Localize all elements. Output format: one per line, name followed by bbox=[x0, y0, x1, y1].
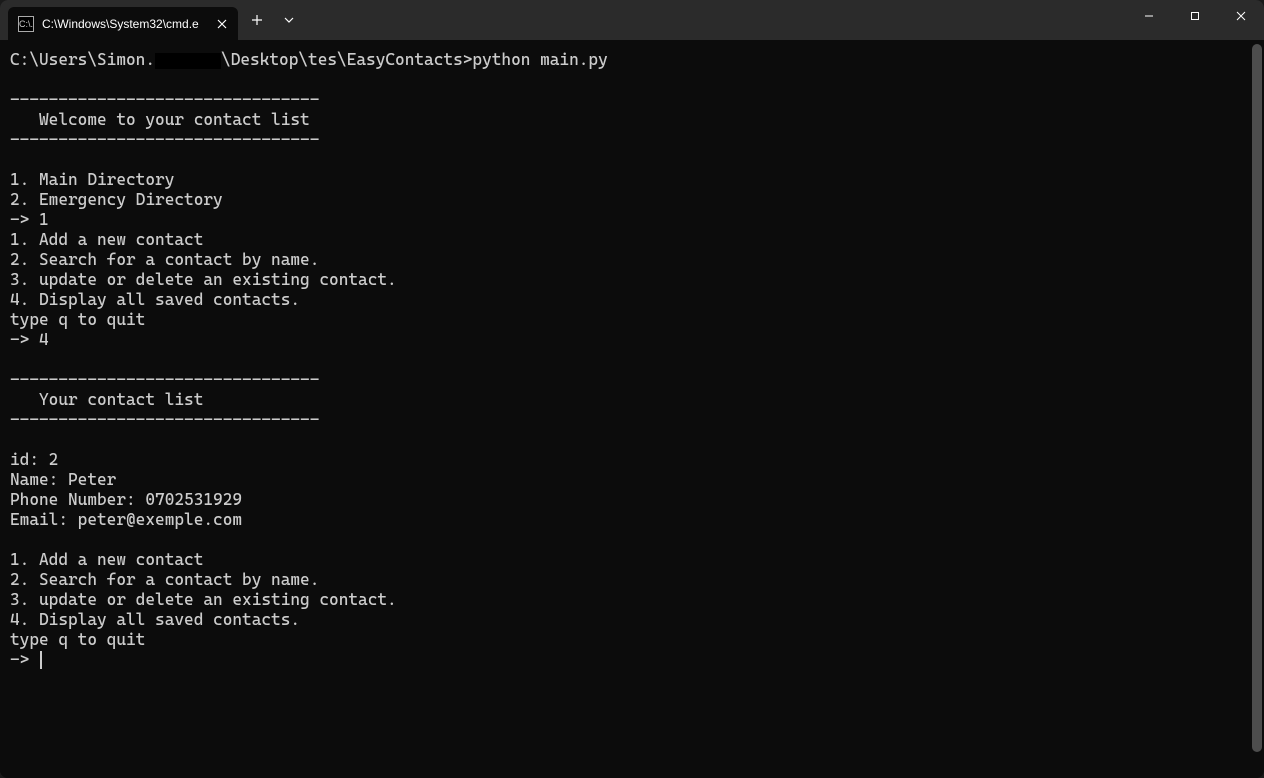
welcome-title: Welcome to your contact list bbox=[10, 110, 310, 129]
tab-close-button[interactable] bbox=[214, 16, 230, 32]
chevron-down-icon bbox=[284, 17, 294, 23]
scrollbar-track[interactable] bbox=[1252, 44, 1262, 774]
tab-dropdown-button[interactable] bbox=[274, 5, 304, 35]
menu-main-item: 1. Add a new contact bbox=[10, 230, 203, 249]
quit-hint: type q to quit bbox=[10, 630, 145, 649]
scrollbar-thumb[interactable] bbox=[1252, 44, 1262, 752]
maximize-button[interactable] bbox=[1172, 0, 1218, 32]
input-arrow: -> bbox=[10, 330, 39, 349]
tab-active[interactable]: C:\. C:\Windows\System32\cmd.e bbox=[8, 7, 238, 40]
quit-hint: type q to quit bbox=[10, 310, 145, 329]
menu-main-item: 3. update or delete an existing contact. bbox=[10, 270, 397, 289]
user-input: 4 bbox=[39, 330, 49, 349]
tab-actions bbox=[242, 0, 304, 40]
close-window-button[interactable] bbox=[1218, 0, 1264, 32]
menu-main-item: 4. Display all saved contacts. bbox=[10, 610, 300, 629]
divider-line: -------------------------------- bbox=[10, 90, 319, 109]
window-controls bbox=[1126, 0, 1264, 32]
new-tab-button[interactable] bbox=[242, 5, 272, 35]
terminal-area: C:\Users\Simon. \Desktop\tes\EasyContacts… bbox=[0, 40, 1264, 778]
command-text: python main.py bbox=[472, 50, 607, 69]
terminal-window: C:\. C:\Windows\System32\cmd.e bbox=[0, 0, 1264, 778]
minimize-icon bbox=[1144, 11, 1154, 21]
minimize-button[interactable] bbox=[1126, 0, 1172, 32]
maximize-icon bbox=[1190, 11, 1200, 21]
prompt-path-prefix: C:\Users\Simon. bbox=[10, 50, 155, 69]
text-cursor bbox=[40, 651, 42, 669]
list-header: Your contact list bbox=[10, 390, 203, 409]
tab-title: C:\Windows\System32\cmd.e bbox=[42, 17, 206, 31]
menu-main-item: 4. Display all saved contacts. bbox=[10, 290, 300, 309]
menu-main-item: 1. Add a new contact bbox=[10, 550, 203, 569]
user-input: 1 bbox=[39, 210, 49, 229]
terminal-output[interactable]: C:\Users\Simon. \Desktop\tes\EasyContacts… bbox=[0, 40, 1252, 778]
input-arrow: -> bbox=[10, 210, 39, 229]
divider-line: -------------------------------- bbox=[10, 370, 319, 389]
contact-id: id: 2 bbox=[10, 450, 58, 469]
contact-email: Email: peter@exemple.com bbox=[10, 510, 242, 529]
menu-main-item: 2. Search for a contact by name. bbox=[10, 250, 319, 269]
close-icon bbox=[1236, 11, 1246, 21]
prompt-path-suffix: \Desktop\tes\EasyContacts> bbox=[221, 50, 472, 69]
menu-main-item: 2. Search for a contact by name. bbox=[10, 570, 319, 589]
menu-main-item: 3. update or delete an existing contact. bbox=[10, 590, 397, 609]
redacted-username bbox=[155, 53, 221, 69]
contact-phone: Phone Number: 0702531929 bbox=[10, 490, 242, 509]
menu-dir-item: 2. Emergency Directory bbox=[10, 190, 223, 209]
menu-dir-item: 1. Main Directory bbox=[10, 170, 174, 189]
plus-icon bbox=[251, 14, 263, 26]
divider-line: -------------------------------- bbox=[10, 130, 319, 149]
input-arrow: -> bbox=[10, 650, 39, 669]
contact-name: Name: Peter bbox=[10, 470, 116, 489]
titlebar: C:\. C:\Windows\System32\cmd.e bbox=[0, 0, 1264, 40]
divider-line: -------------------------------- bbox=[10, 410, 319, 429]
cmd-icon: C:\. bbox=[18, 16, 34, 32]
